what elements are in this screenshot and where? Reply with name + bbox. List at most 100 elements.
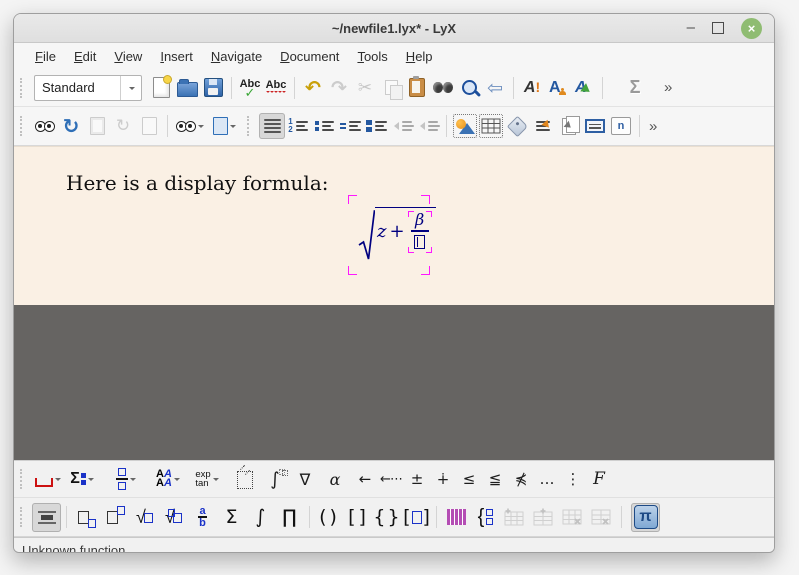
close-button[interactable]: × xyxy=(741,18,762,39)
math-frame-decorations-button[interactable] xyxy=(232,466,258,492)
combo-dropdown[interactable] xyxy=(120,76,141,100)
toolbar-grip[interactable] xyxy=(20,469,27,489)
math-fonts-dropdown[interactable]: AA AA xyxy=(148,466,188,492)
menu-file[interactable]: File xyxy=(28,46,63,67)
insert-citation-button[interactable] xyxy=(530,113,556,139)
document-canvas[interactable]: Here is a display formula: z + xyxy=(14,146,774,305)
toolbar-grip[interactable] xyxy=(20,116,27,136)
sum-button[interactable]: Σ xyxy=(217,503,246,532)
math-vertical-dots-panel-button[interactable]: ⋮ xyxy=(560,466,586,492)
paragraph-style-selector[interactable]: Standard xyxy=(34,75,142,101)
subscript-button[interactable] xyxy=(72,503,101,532)
labeled-list-button[interactable] xyxy=(363,113,389,139)
math-functions-dropdown[interactable]: exptan xyxy=(188,466,226,492)
insert-graphics-button[interactable] xyxy=(452,113,478,139)
insert-table-button[interactable] xyxy=(478,113,504,139)
toolbar-grip[interactable] xyxy=(20,507,27,527)
product-button[interactable]: ∏ xyxy=(275,503,304,532)
save-document-button[interactable] xyxy=(200,75,226,101)
open-document-button[interactable] xyxy=(174,75,200,101)
math-display-inset[interactable]: z + β xyxy=(348,195,430,275)
math-operators-panel-button[interactable]: ± xyxy=(404,466,430,492)
copy-button[interactable] xyxy=(378,75,404,101)
toolbar-grip[interactable] xyxy=(20,78,27,98)
add-row-button[interactable] xyxy=(500,503,529,532)
math-extended-operators-panel-button[interactable]: ∔ xyxy=(430,466,456,492)
apply-style-button[interactable]: A xyxy=(571,75,597,101)
bullet-list-button[interactable] xyxy=(311,113,337,139)
view-master-button[interactable] xyxy=(84,113,110,139)
menu-document[interactable]: Document xyxy=(273,46,346,67)
math-relations-panel-button[interactable]: ≤ xyxy=(456,466,482,492)
braces-button[interactable]: {} xyxy=(373,503,402,532)
math-negative-relations-panel-button[interactable]: ⋠ xyxy=(508,466,534,492)
display-formula-toggle[interactable] xyxy=(32,503,61,532)
insert-box-button[interactable] xyxy=(582,113,608,139)
update-document-button[interactable] xyxy=(136,113,162,139)
math-extended-arrows-panel-button[interactable]: ←⋯ xyxy=(378,466,404,492)
fraction-button[interactable]: ab xyxy=(188,503,217,532)
math-fractions-dropdown[interactable] xyxy=(108,466,144,492)
update-other-formats-button[interactable] xyxy=(207,113,241,139)
align-justified-button[interactable] xyxy=(259,113,285,139)
new-document-button[interactable] xyxy=(148,75,174,101)
maximize-button[interactable] xyxy=(712,22,724,34)
spellcheck-button[interactable]: Abc✓ xyxy=(237,75,263,101)
update-master-button[interactable]: ↻ xyxy=(110,113,136,139)
minimize-button[interactable]: – xyxy=(687,23,695,33)
empty-box-placeholder[interactable] xyxy=(414,235,425,249)
insert-label-button[interactable] xyxy=(504,113,530,139)
find-replace-button[interactable] xyxy=(430,75,456,101)
sqrt-button[interactable]: √ xyxy=(130,503,159,532)
emphasis-button[interactable]: A! xyxy=(519,75,545,101)
integral-button[interactable]: ∫ xyxy=(246,503,275,532)
math-nabla-panel-button[interactable]: ∇ xyxy=(292,466,318,492)
math-styles-panel-button[interactable]: F xyxy=(586,466,612,492)
menu-edit[interactable]: Edit xyxy=(67,46,103,67)
math-integral-limits-button[interactable]: ∫ xyxy=(262,466,288,492)
increase-depth-button[interactable] xyxy=(389,113,415,139)
add-column-button[interactable] xyxy=(529,503,558,532)
menu-tools[interactable]: Tools xyxy=(350,46,394,67)
delete-row-button[interactable] xyxy=(558,503,587,532)
toolbar-grip[interactable] xyxy=(247,116,254,136)
undo-button[interactable]: ↶ xyxy=(300,75,326,101)
math-extended-relations-panel-button[interactable]: ≦ xyxy=(482,466,508,492)
insert-matrix-button[interactable] xyxy=(442,503,471,532)
titlebar[interactable]: ~/newfile1.lyx* - LyX – × xyxy=(14,14,774,43)
menu-help[interactable]: Help xyxy=(399,46,440,67)
math-dots-panel-button[interactable]: … xyxy=(534,466,560,492)
update-button[interactable]: ↻ xyxy=(58,113,84,139)
insert-math-button[interactable]: Σ xyxy=(622,75,648,101)
find-button[interactable] xyxy=(456,75,482,101)
math-bigoperators-dropdown[interactable]: Σ xyxy=(64,466,100,492)
toolbar1-overflow-button[interactable]: » xyxy=(664,79,672,96)
navigate-back-button[interactable]: ⇦ xyxy=(482,75,508,101)
brackets-button[interactable]: [] xyxy=(344,503,373,532)
redo-button[interactable]: ↷ xyxy=(326,75,352,101)
insert-float-button[interactable] xyxy=(556,113,582,139)
insert-note-button[interactable]: n xyxy=(608,113,634,139)
continuous-spellcheck-button[interactable]: Abc xyxy=(263,75,289,101)
fraction[interactable]: β xyxy=(408,211,432,253)
math-decorations-dropdown[interactable] xyxy=(32,466,64,492)
description-list-button[interactable] xyxy=(337,113,363,139)
insert-cases-button[interactable]: { xyxy=(471,503,500,532)
menu-insert[interactable]: Insert xyxy=(153,46,200,67)
noun-style-button[interactable]: A xyxy=(545,75,571,101)
math-greek-panel-button[interactable]: α xyxy=(322,466,348,492)
decrease-depth-button[interactable] xyxy=(415,113,441,139)
math-panels-toggle[interactable]: π xyxy=(631,503,660,532)
math-arrows-panel-button[interactable]: ← xyxy=(352,466,378,492)
parentheses-button[interactable]: () xyxy=(315,503,344,532)
cut-button[interactable]: ✂ xyxy=(352,75,378,101)
paste-button[interactable] xyxy=(404,75,430,101)
menu-navigate[interactable]: Navigate xyxy=(204,46,269,67)
view-button[interactable] xyxy=(32,113,58,139)
menu-view[interactable]: View xyxy=(107,46,149,67)
toolbar2-overflow-button[interactable]: » xyxy=(649,118,657,135)
superscript-button[interactable] xyxy=(101,503,130,532)
view-other-formats-button[interactable] xyxy=(173,113,207,139)
delimiters-button[interactable]: [] xyxy=(402,503,431,532)
nth-root-button[interactable]: √ xyxy=(159,503,188,532)
